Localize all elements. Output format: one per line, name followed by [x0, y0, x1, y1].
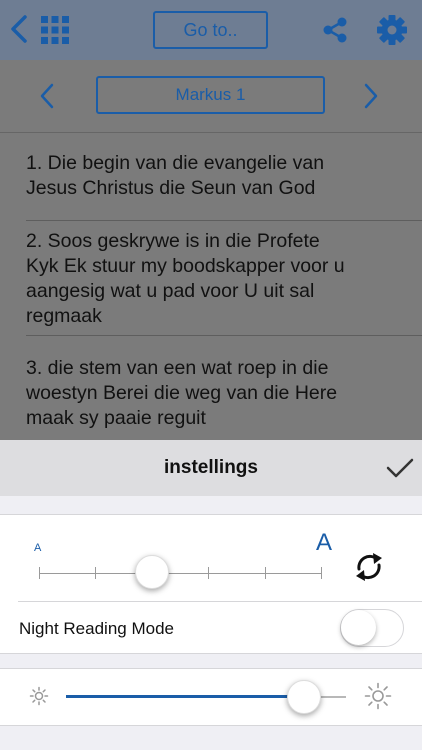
font-size-tick	[321, 567, 322, 579]
chapter-selector[interactable]: Markus 1	[96, 76, 325, 114]
verse-2[interactable]: 2. Soos geskrywe is in die Profete Kyk E…	[26, 229, 398, 329]
verse-divider	[26, 220, 422, 221]
chevron-left-icon[interactable]	[8, 14, 30, 44]
next-chapter-icon[interactable]	[362, 82, 380, 110]
font-size-large-label: A	[316, 529, 333, 556]
brightness-panel	[0, 668, 422, 726]
font-size-track	[39, 573, 322, 574]
night-mode-label: Night Reading Mode	[19, 619, 174, 638]
share-icon[interactable]	[321, 16, 349, 44]
brightness-slider-thumb[interactable]	[287, 680, 321, 714]
font-size-tick	[265, 567, 266, 579]
top-toolbar: Go to..	[0, 0, 422, 60]
refresh-icon[interactable]	[352, 550, 386, 584]
settings-header: instellings	[0, 440, 422, 496]
brightness-track-fill	[66, 695, 304, 698]
verse-line: Kyk Ek stuur my boodskapper voor u	[26, 255, 345, 277]
chapter-navigation: Markus 1	[0, 60, 422, 133]
night-mode-toggle-knob	[341, 610, 376, 645]
font-size-slider-thumb[interactable]	[135, 555, 170, 589]
font-size-tick	[39, 567, 40, 579]
font-size-small-label: A	[34, 542, 42, 554]
verse-divider	[26, 335, 422, 336]
gear-icon[interactable]	[376, 14, 408, 46]
checkmark-icon[interactable]	[385, 456, 415, 480]
verse-line: 1. Die begin van die evangelie van	[26, 152, 325, 174]
goto-button-label: Go to..	[183, 19, 238, 40]
panel-divider	[18, 601, 422, 602]
grid-icon[interactable]	[40, 15, 70, 45]
brightness-low-icon	[29, 686, 49, 706]
chapter-label: Markus 1	[175, 85, 246, 104]
previous-chapter-icon[interactable]	[38, 82, 56, 110]
verse-line: Jesus Christus die Seun van God	[26, 177, 316, 199]
settings-sheet: instellings A A Night Reading Mode	[0, 440, 422, 750]
night-mode-toggle[interactable]	[340, 609, 404, 647]
verse-line: maak sy paaie reguit	[26, 407, 206, 429]
verse-line: 3. die stem van een wat roep in die	[26, 357, 329, 379]
font-and-night-panel: A A Night Reading Mode	[0, 514, 422, 654]
verse-3[interactable]: 3. die stem van een wat roep in die woes…	[26, 356, 398, 431]
verse-line: regmaak	[26, 305, 102, 327]
verse-line: 2. Soos geskrywe is in die Profete	[26, 230, 320, 252]
font-size-tick	[95, 567, 96, 579]
font-size-tick	[208, 567, 209, 579]
brightness-high-icon	[364, 682, 392, 710]
verse-line: aangesig wat u pad voor U uit sal	[26, 280, 315, 302]
verse-line: woestyn Berei die weg van die Here	[26, 382, 338, 404]
settings-title: instellings	[164, 457, 258, 478]
goto-button[interactable]: Go to..	[153, 11, 268, 49]
verse-1[interactable]: 1. Die begin van die evangelie van Jesus…	[26, 151, 398, 201]
